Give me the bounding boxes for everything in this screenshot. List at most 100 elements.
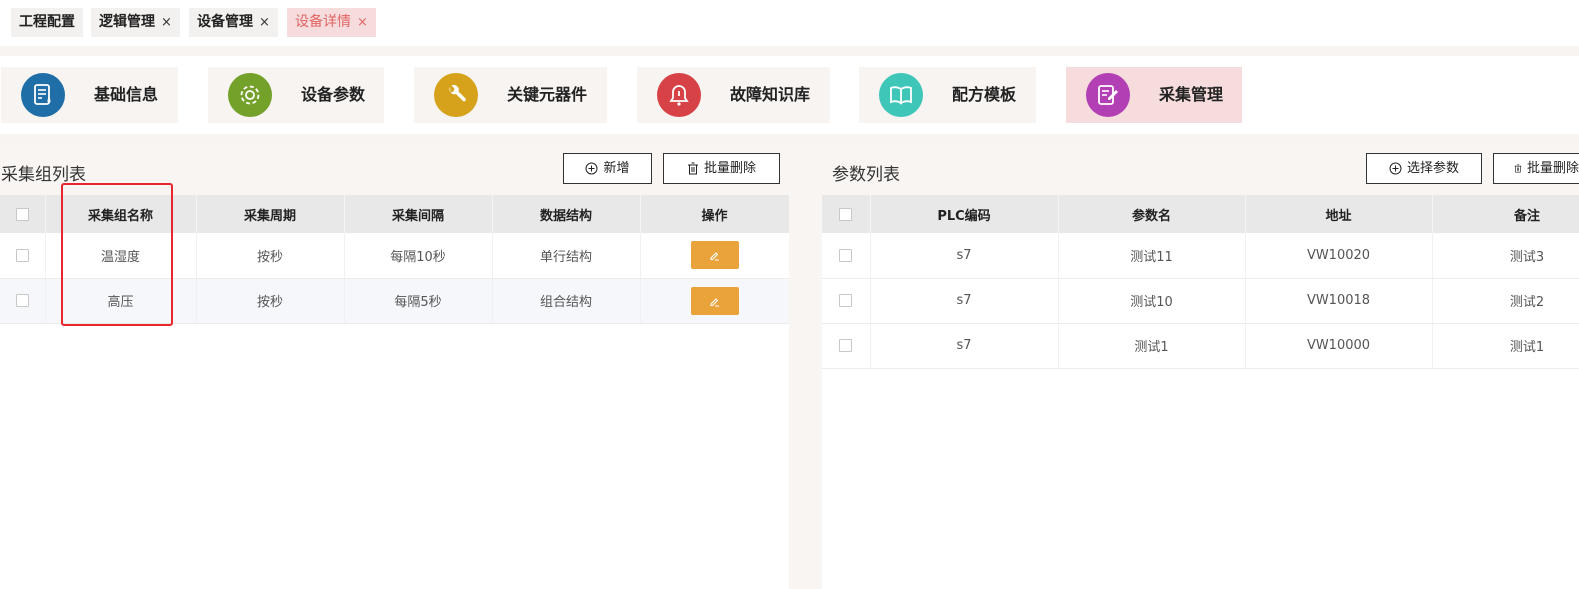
bell-icon: [657, 73, 701, 117]
row-checkbox[interactable]: [15, 294, 29, 307]
add-button[interactable]: 新增: [563, 153, 652, 184]
column-header[interactable]: 采集间隔: [344, 195, 493, 233]
column-header[interactable]: 地址: [1245, 195, 1433, 233]
tab-label: 设备管理: [197, 14, 253, 30]
column-header[interactable]: 备注: [1432, 195, 1579, 233]
row-checkbox[interactable]: [839, 339, 853, 352]
table-cell: 单行结构: [492, 233, 641, 279]
close-icon[interactable]: ×: [161, 15, 172, 30]
add-button-label: 新增: [603, 161, 630, 176]
table-row[interactable]: s7 测试11 VW10020 测试3: [822, 233, 1579, 279]
module-label: 配方模板: [952, 85, 1017, 104]
module-label: 关键元器件: [507, 85, 588, 104]
column-header: 操作: [640, 195, 790, 233]
table-cell: 高压: [45, 278, 197, 324]
module-device-params[interactable]: 设备参数: [208, 67, 384, 123]
tab-logic-management[interactable]: 逻辑管理 ×: [91, 8, 180, 37]
panel-title: 参数列表: [832, 165, 900, 185]
book-icon: [879, 73, 923, 117]
table-row[interactable]: 高压 按秒 每隔5秒 组合结构: [0, 278, 790, 324]
module-label: 故障知识库: [730, 85, 811, 104]
parameter-list-panel: 参数列表 选择参数 批量删除 PLC编码 参数名 地址 备注 s7 测试11 V…: [789, 146, 1579, 589]
row-checkbox[interactable]: [839, 248, 853, 262]
table-cell: 每隔5秒: [344, 278, 493, 324]
close-icon[interactable]: ×: [259, 15, 270, 30]
edit-button[interactable]: [690, 241, 739, 270]
batch-delete-button[interactable]: 批量删除: [663, 153, 780, 184]
table-cell: 测试11: [1058, 233, 1246, 279]
column-header[interactable]: 参数名: [1058, 195, 1246, 233]
module-collection-management[interactable]: 采集管理: [1066, 67, 1242, 123]
tab-device-management[interactable]: 设备管理 ×: [189, 8, 278, 37]
column-header[interactable]: PLC编码: [870, 195, 1059, 233]
close-icon[interactable]: ×: [357, 15, 368, 30]
parameter-table: PLC编码 参数名 地址 备注 s7 测试11 VW10020 测试3 s7 测…: [822, 195, 1579, 589]
action-cell: [640, 233, 790, 279]
divider-strip: [0, 134, 1579, 146]
panel-title: 采集组列表: [1, 165, 86, 185]
table-cell: 测试2: [1432, 278, 1579, 324]
table-cell: s7: [870, 278, 1059, 324]
table-cell: VW10018: [1245, 278, 1433, 324]
select-all-checkbox[interactable]: [839, 207, 853, 221]
checkbox-cell: [0, 278, 46, 324]
module-label: 基础信息: [94, 85, 159, 104]
table-cell: 每隔10秒: [344, 233, 493, 279]
checkbox-cell: [822, 278, 871, 324]
table-cell: 组合结构: [492, 278, 641, 324]
row-checkbox[interactable]: [15, 248, 29, 262]
pencil-icon: [709, 297, 719, 306]
plus-circle-icon: [585, 162, 598, 175]
batch-delete-label: 批量删除: [1526, 161, 1579, 176]
collection-group-panel: 采集组列表 新增 批量删除 采集组名称 采集周期 采集间隔 数据结构 操作 温湿…: [0, 146, 790, 589]
table-cell: VW10000: [1245, 323, 1433, 369]
action-cell: [640, 278, 790, 324]
module-key-components[interactable]: 关键元器件: [414, 67, 607, 123]
checkbox-cell: [822, 323, 871, 369]
divider-strip: [0, 46, 1579, 56]
module-fault-knowledge[interactable]: 故障知识库: [637, 67, 830, 123]
checkbox-cell: [0, 233, 46, 279]
table-cell: 按秒: [196, 233, 345, 279]
module-label: 设备参数: [301, 85, 366, 104]
table-cell: s7: [870, 323, 1059, 369]
tab-project-config[interactable]: 工程配置: [11, 8, 83, 37]
batch-delete-button[interactable]: 批量删除: [1493, 153, 1579, 184]
plus-circle-icon: [1389, 162, 1402, 175]
collection-group-table: 采集组名称 采集周期 采集间隔 数据结构 操作 温湿度 按秒 每隔10秒 单行结…: [0, 195, 790, 589]
trash-icon: [687, 162, 698, 175]
tab-device-details[interactable]: 设备详情 ×: [287, 8, 376, 37]
module-recipe-template[interactable]: 配方模板: [859, 67, 1036, 123]
wrench-icon: [434, 73, 478, 117]
row-checkbox[interactable]: [839, 294, 853, 307]
module-label: 采集管理: [1159, 85, 1224, 104]
pencil-icon: [709, 252, 719, 261]
table-cell: 温湿度: [45, 233, 197, 279]
table-cell: VW10020: [1245, 233, 1433, 279]
column-header[interactable]: 数据结构: [492, 195, 641, 233]
batch-delete-label: 批量删除: [703, 161, 756, 176]
select-params-button[interactable]: 选择参数: [1366, 153, 1482, 184]
table-header-row: PLC编码 参数名 地址 备注: [822, 195, 1579, 233]
tab-label: 设备详情: [295, 14, 351, 30]
table-cell: 测试1: [1058, 323, 1246, 369]
edit-button[interactable]: [690, 286, 739, 315]
table-row[interactable]: 温湿度 按秒 每隔10秒 单行结构: [0, 233, 790, 279]
select-all-checkbox[interactable]: [15, 207, 29, 221]
table-row[interactable]: s7 测试1 VW10000 测试1: [822, 323, 1579, 369]
column-header[interactable]: 采集周期: [196, 195, 345, 233]
select-all-cell: [0, 195, 46, 233]
table-header-row: 采集组名称 采集周期 采集间隔 数据结构 操作: [0, 195, 790, 233]
tab-label: 逻辑管理: [99, 14, 155, 30]
column-header[interactable]: 采集组名称: [45, 195, 197, 233]
document-icon: [21, 73, 65, 117]
table-row[interactable]: s7 测试10 VW10018 测试2: [822, 278, 1579, 324]
module-basic-info[interactable]: 基础信息: [1, 67, 178, 123]
module-nav: 基础信息 设备参数 关键元器件 故障知识库 配方模板 采集管理: [0, 56, 1579, 134]
table-cell: 按秒: [196, 278, 345, 324]
checkbox-cell: [822, 233, 871, 279]
select-params-label: 选择参数: [1406, 161, 1459, 176]
table-cell: 测试10: [1058, 278, 1246, 324]
trash-icon: [1514, 164, 1522, 173]
tab-bar: 工程配置 逻辑管理 × 设备管理 × 设备详情 ×: [0, 0, 1579, 46]
